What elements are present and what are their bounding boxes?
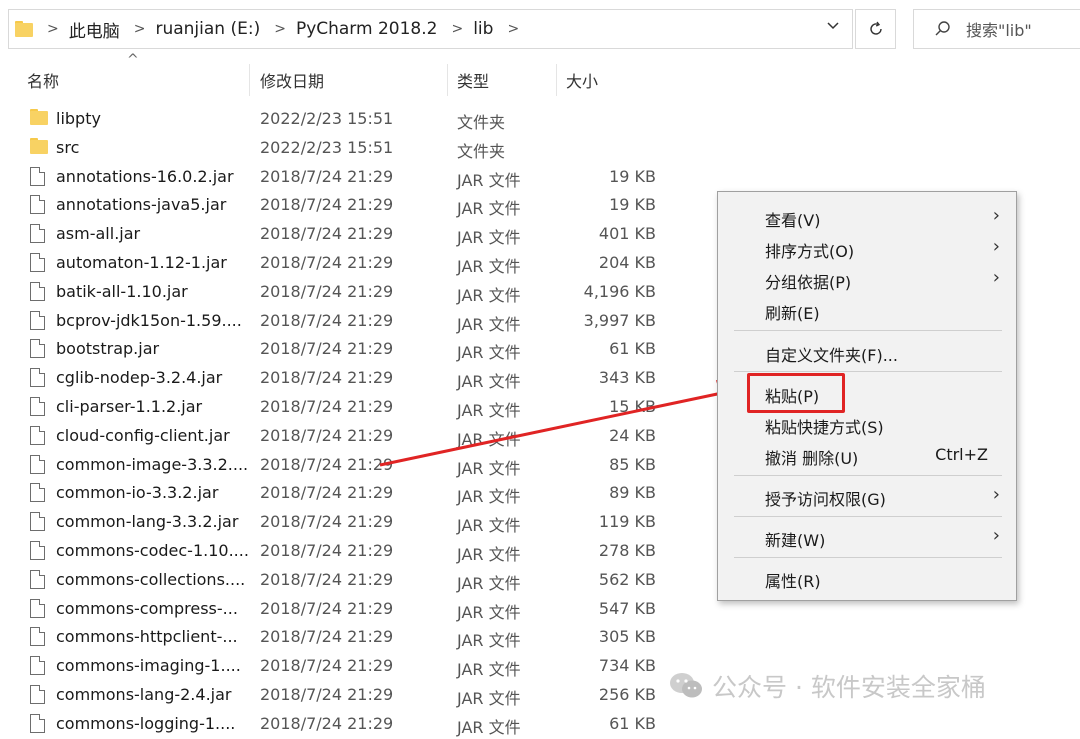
menu-item-label: 分组依据(P) (765, 273, 852, 292)
chevron-right-icon: › (992, 484, 1000, 505)
watermark-text: 公众号 · 软件安装全家桶 (712, 673, 986, 702)
watermark: 公众号 · 软件安装全家桶 (668, 668, 986, 704)
menu-item-label: 刷新(E) (765, 304, 820, 323)
chevron-right-icon: › (992, 525, 1000, 546)
chevron-right-icon: › (992, 267, 1000, 288)
menu-item-new[interactable]: 新建(W) › (718, 522, 1016, 552)
menu-separator (734, 557, 1002, 558)
wechat-icon (670, 673, 702, 698)
menu-item-label: 排序方式(O) (765, 242, 855, 261)
menu-item-label: 查看(V) (765, 211, 821, 230)
menu-item-customize[interactable]: 自定义文件夹(F)... (718, 337, 1016, 367)
chevron-right-icon: › (992, 236, 1000, 257)
chevron-right-icon: › (992, 205, 1000, 226)
menu-separator (734, 330, 1002, 331)
menu-item-paste-shortcut[interactable]: 粘贴快捷方式(S) (718, 409, 1016, 439)
menu-item-label: 授予访问权限(G) (765, 490, 886, 509)
menu-item-label: 撤消 删除(U) (765, 449, 859, 468)
menu-item-label: 自定义文件夹(F)... (765, 346, 898, 365)
menu-item-sort[interactable]: 排序方式(O) › (718, 233, 1016, 263)
menu-item-refresh[interactable]: 刷新(E) (718, 295, 1016, 325)
menu-item-group[interactable]: 分组依据(P) › (718, 264, 1016, 294)
menu-item-grant-access[interactable]: 授予访问权限(G) › (718, 481, 1016, 511)
menu-item-undo-delete[interactable]: 撤消 删除(U) Ctrl+Z (718, 440, 1016, 470)
menu-item-label: 新建(W) (765, 531, 826, 550)
menu-item-label: 属性(R) (765, 572, 821, 591)
shortcut-label: Ctrl+Z (935, 445, 988, 464)
menu-separator (734, 475, 1002, 476)
menu-item-properties[interactable]: 属性(R) (718, 563, 1016, 593)
paste-highlight-box (747, 373, 845, 413)
menu-item-view[interactable]: 查看(V) › (718, 202, 1016, 232)
menu-separator (734, 516, 1002, 517)
menu-item-label: 粘贴快捷方式(S) (765, 418, 884, 437)
menu-separator (734, 371, 1002, 372)
